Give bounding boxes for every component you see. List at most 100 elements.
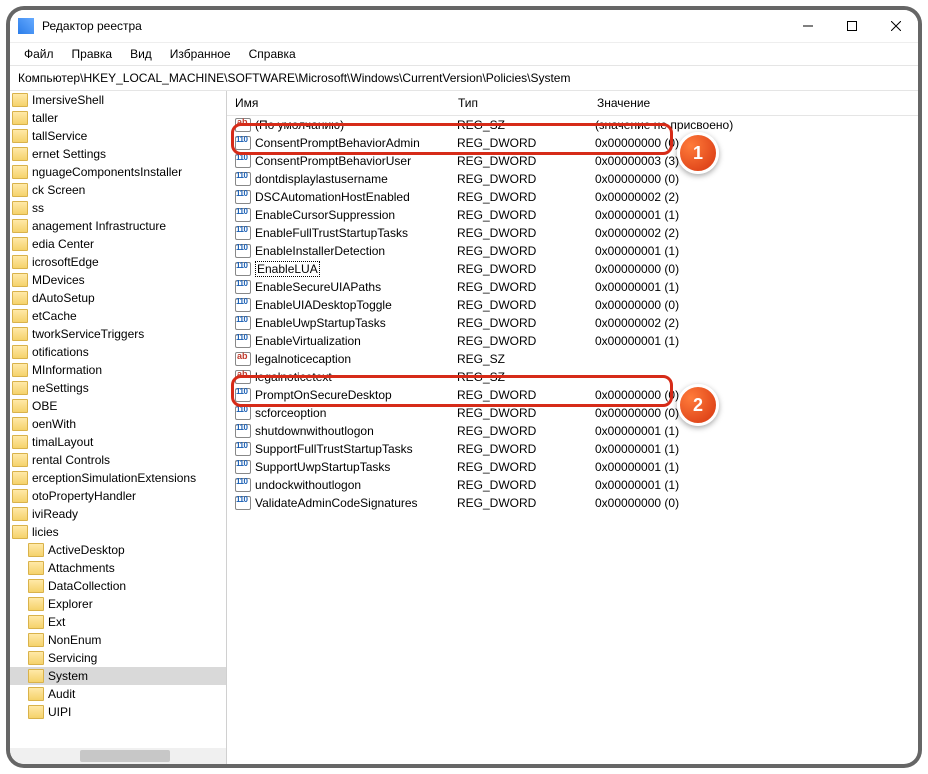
value-type: REG_SZ <box>449 370 587 384</box>
list-row[interactable]: legalnoticecaptionREG_SZ <box>227 350 918 368</box>
folder-icon <box>12 363 28 377</box>
close-button[interactable] <box>874 10 918 42</box>
address-bar[interactable]: Компьютер\HKEY_LOCAL_MACHINE\SOFTWARE\Mi… <box>10 66 918 91</box>
dword-icon <box>235 478 251 492</box>
tree-item[interactable]: etCache <box>10 307 226 325</box>
menu-help[interactable]: Справка <box>241 45 304 63</box>
list-row[interactable]: EnableUIADesktopToggleREG_DWORD0x0000000… <box>227 296 918 314</box>
tree-item[interactable]: tallService <box>10 127 226 145</box>
scrollbar-thumb[interactable] <box>80 750 170 762</box>
tree-item-label: oenWith <box>32 417 76 431</box>
tree-item[interactable]: Explorer <box>10 595 226 613</box>
tree-item[interactable]: UIPI <box>10 703 226 721</box>
list-row[interactable]: scforceoptionREG_DWORD0x00000000 (0) <box>227 404 918 422</box>
list-row[interactable]: PromptOnSecureDesktopREG_DWORD0x00000000… <box>227 386 918 404</box>
tree-item[interactable]: MDevices <box>10 271 226 289</box>
tree-item[interactable]: nguageComponentsInstaller <box>10 163 226 181</box>
tree-item[interactable]: iviReady <box>10 505 226 523</box>
tree-item[interactable]: tworkServiceTriggers <box>10 325 226 343</box>
list-row[interactable]: shutdownwithoutlogonREG_DWORD0x00000001 … <box>227 422 918 440</box>
tree-item[interactable]: erceptionSimulationExtensions <box>10 469 226 487</box>
folder-icon <box>12 471 28 485</box>
tree-item[interactable]: ss <box>10 199 226 217</box>
tree-item[interactable]: icrosoftEdge <box>10 253 226 271</box>
tree-item[interactable]: edia Center <box>10 235 226 253</box>
list-row[interactable]: EnableFullTrustStartupTasksREG_DWORD0x00… <box>227 224 918 242</box>
tree-item-label: etCache <box>32 309 77 323</box>
tree-scrollbar[interactable] <box>10 748 226 764</box>
folder-icon <box>28 615 44 629</box>
tree-item[interactable]: Audit <box>10 685 226 703</box>
list-row[interactable]: dontdisplaylastusernameREG_DWORD0x000000… <box>227 170 918 188</box>
list-row[interactable]: ConsentPromptBehaviorAdminREG_DWORD0x000… <box>227 134 918 152</box>
menu-edit[interactable]: Правка <box>64 45 121 63</box>
list-row[interactable]: SupportUwpStartupTasksREG_DWORD0x0000000… <box>227 458 918 476</box>
list-row[interactable]: EnableVirtualizationREG_DWORD0x00000001 … <box>227 332 918 350</box>
dword-icon <box>235 190 251 204</box>
list-row[interactable]: EnableCursorSuppressionREG_DWORD0x000000… <box>227 206 918 224</box>
tree-item[interactable]: Ext <box>10 613 226 631</box>
list-row[interactable]: undockwithoutlogonREG_DWORD0x00000001 (1… <box>227 476 918 494</box>
tree-item[interactable]: taller <box>10 109 226 127</box>
tree-item[interactable]: ck Screen <box>10 181 226 199</box>
tree-item[interactable]: otoPropertyHandler <box>10 487 226 505</box>
list-row[interactable]: ValidateAdminCodeSignaturesREG_DWORD0x00… <box>227 494 918 512</box>
folder-icon <box>12 507 28 521</box>
value-list[interactable]: Имя Тип Значение (По умолчанию)REG_SZ(зн… <box>227 91 918 764</box>
list-row[interactable]: ConsentPromptBehaviorUserREG_DWORD0x0000… <box>227 152 918 170</box>
tree-item[interactable]: otifications <box>10 343 226 361</box>
menu-view[interactable]: Вид <box>122 45 160 63</box>
list-row[interactable]: (По умолчанию)REG_SZ(значение не присвое… <box>227 116 918 134</box>
tree-item[interactable]: licies <box>10 523 226 541</box>
tree-item[interactable]: rental Controls <box>10 451 226 469</box>
folder-icon <box>12 201 28 215</box>
tree-item[interactable]: timalLayout <box>10 433 226 451</box>
value-name: EnableUIADesktopToggle <box>255 298 392 312</box>
tree-item[interactable]: ActiveDesktop <box>10 541 226 559</box>
tree-item[interactable]: neSettings <box>10 379 226 397</box>
tree-panel[interactable]: ImersiveShelltallertallServiceernet Sett… <box>10 91 227 764</box>
list-row[interactable]: EnableSecureUIAPathsREG_DWORD0x00000001 … <box>227 278 918 296</box>
titlebar[interactable]: Редактор реестра <box>10 10 918 43</box>
value-name: shutdownwithoutlogon <box>255 424 374 438</box>
value-data: 0x00000001 (1) <box>587 478 918 492</box>
list-row[interactable]: DSCAutomationHostEnabledREG_DWORD0x00000… <box>227 188 918 206</box>
minimize-button[interactable] <box>786 10 830 42</box>
tree-item[interactable]: NonEnum <box>10 631 226 649</box>
maximize-button[interactable] <box>830 10 874 42</box>
list-row[interactable]: EnableUwpStartupTasksREG_DWORD0x00000002… <box>227 314 918 332</box>
list-row[interactable]: legalnoticetextREG_SZ <box>227 368 918 386</box>
value-data: 0x00000001 (1) <box>587 244 918 258</box>
tree-item[interactable]: MInformation <box>10 361 226 379</box>
tree-item[interactable]: ImersiveShell <box>10 91 226 109</box>
list-row[interactable]: SupportFullTrustStartupTasksREG_DWORD0x0… <box>227 440 918 458</box>
header-type[interactable]: Тип <box>450 91 589 115</box>
value-data: 0x00000000 (0) <box>587 136 918 150</box>
tree-item[interactable]: Servicing <box>10 649 226 667</box>
dword-icon <box>235 226 251 240</box>
value-name: dontdisplaylastusername <box>255 172 388 186</box>
menubar: Файл Правка Вид Избранное Справка <box>10 43 918 66</box>
tree-item[interactable]: ernet Settings <box>10 145 226 163</box>
value-type: REG_SZ <box>449 118 587 132</box>
list-header[interactable]: Имя Тип Значение <box>227 91 918 116</box>
value-data: 0x00000000 (0) <box>587 262 918 276</box>
app-icon <box>18 18 34 34</box>
tree-item[interactable]: System <box>10 667 226 685</box>
menu-favorites[interactable]: Избранное <box>162 45 239 63</box>
folder-icon <box>12 237 28 251</box>
tree-item[interactable]: DataCollection <box>10 577 226 595</box>
tree-item[interactable]: dAutoSetup <box>10 289 226 307</box>
tree-item-label: DataCollection <box>48 579 126 593</box>
tree-item[interactable]: OBE <box>10 397 226 415</box>
list-row[interactable]: EnableLUAREG_DWORD0x00000000 (0) <box>227 260 918 278</box>
tree-item[interactable]: anagement Infrastructure <box>10 217 226 235</box>
tree-item[interactable]: Attachments <box>10 559 226 577</box>
dword-icon <box>235 244 251 258</box>
header-name[interactable]: Имя <box>227 91 450 115</box>
list-row[interactable]: EnableInstallerDetectionREG_DWORD0x00000… <box>227 242 918 260</box>
tree-item[interactable]: oenWith <box>10 415 226 433</box>
menu-file[interactable]: Файл <box>16 45 62 63</box>
value-type: REG_DWORD <box>449 154 587 168</box>
header-value[interactable]: Значение <box>589 91 918 115</box>
